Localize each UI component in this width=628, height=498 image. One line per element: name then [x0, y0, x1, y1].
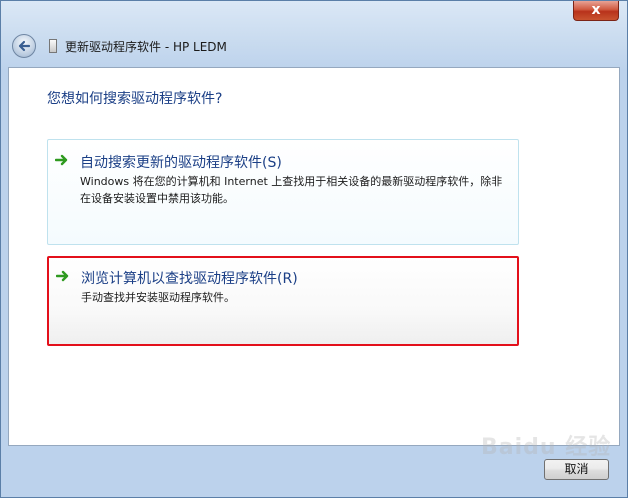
option-description: 手动查找并安装驱动程序软件。	[81, 291, 235, 304]
option-title: 浏览计算机以查找驱动程序软件(R)	[81, 271, 298, 287]
option-title: 自动搜索更新的驱动程序软件(S)	[80, 155, 282, 171]
page-heading: 您想如何搜索驱动程序软件?	[47, 91, 223, 107]
dialog-window: x 更新驱动程序软件 - HP LEDM 您想如何搜索驱动程序软件? 自动搜索更…	[0, 0, 628, 498]
content-panel: 您想如何搜索驱动程序软件? 自动搜索更新的驱动程序软件(S) Windows 将…	[8, 67, 620, 446]
cancel-button[interactable]: 取消	[544, 459, 609, 480]
close-icon: x	[591, 2, 601, 18]
window-title: 更新驱动程序软件 - HP LEDM	[65, 40, 227, 54]
auto-search-option[interactable]: 自动搜索更新的驱动程序软件(S) Windows 将在您的计算机和 Intern…	[47, 139, 519, 245]
browse-computer-option[interactable]: 浏览计算机以查找驱动程序软件(R) 手动查找并安装驱动程序软件。	[47, 256, 519, 346]
back-arrow-icon	[18, 40, 31, 52]
close-button[interactable]: x	[573, 1, 619, 21]
green-arrow-icon	[55, 154, 68, 166]
device-icon	[49, 39, 57, 53]
option-description: Windows 将在您的计算机和 Internet 上查找用于相关设备的最新驱动…	[80, 175, 503, 205]
green-arrow-icon	[56, 270, 69, 282]
watermark-logo: Baidu 经验	[481, 435, 612, 460]
back-button[interactable]	[12, 34, 36, 58]
